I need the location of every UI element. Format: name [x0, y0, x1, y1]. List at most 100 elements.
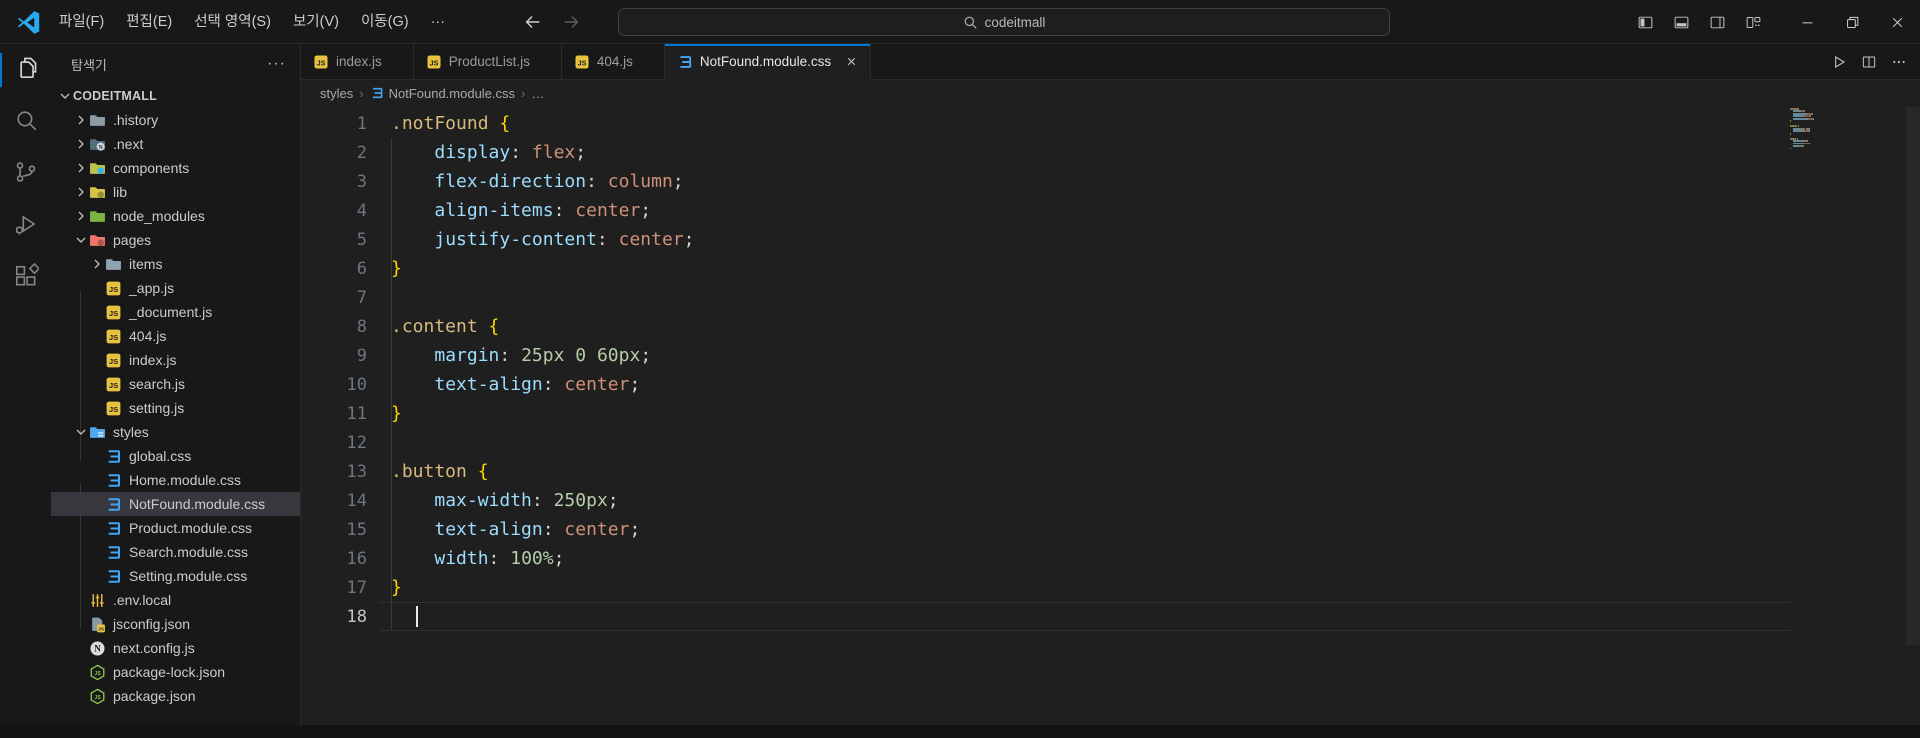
- code-line-text[interactable]: width: 100%;: [379, 544, 1790, 573]
- menu-item[interactable]: ···: [420, 8, 457, 36]
- tab-ProductList.js[interactable]: JS ProductList.js: [413, 44, 562, 79]
- code-line-text[interactable]: text-align: center;: [379, 515, 1790, 544]
- minimap[interactable]: [1790, 108, 1906, 153]
- activity-bar-extensions-icon[interactable]: [0, 252, 51, 304]
- tree-item[interactable]: JS package-lock.json: [51, 660, 300, 684]
- menu-item[interactable]: 파일(F): [48, 8, 115, 36]
- forward-arrow-icon[interactable]: [560, 11, 582, 33]
- tree-item[interactable]: Search.module.css: [51, 540, 300, 564]
- code-line[interactable]: 15 text-align: center;: [301, 515, 1790, 544]
- toggle-panel-icon[interactable]: [1663, 0, 1699, 44]
- code-line-text[interactable]: .notFound {: [379, 109, 1790, 138]
- code-line[interactable]: 6}: [301, 254, 1790, 283]
- split-editor-icon[interactable]: [1856, 49, 1882, 75]
- code-line[interactable]: 13 .button {: [301, 457, 1790, 486]
- code-line[interactable]: 9 margin: 25px 0 60px;: [301, 341, 1790, 370]
- code-line-text[interactable]: justify-content: center;: [379, 225, 1790, 254]
- tree-item[interactable]: JS setting.js: [51, 396, 300, 420]
- more-actions-icon[interactable]: [1886, 49, 1912, 75]
- code-line[interactable]: 8 .content {: [301, 312, 1790, 341]
- code-line[interactable]: 17}: [301, 573, 1790, 602]
- activity-bar-run-debug-icon[interactable]: [0, 200, 51, 252]
- tree-item[interactable]: styles: [51, 420, 300, 444]
- code-line-text[interactable]: [379, 428, 1790, 457]
- more-actions-icon[interactable]: ···: [267, 55, 286, 73]
- code-line[interactable]: 14 max-width: 250px;: [301, 486, 1790, 515]
- tree-item[interactable]: items: [51, 252, 300, 276]
- code-line-text[interactable]: align-items: center;: [379, 196, 1790, 225]
- toggle-secondary-sidebar-icon[interactable]: [1699, 0, 1735, 44]
- tree-item[interactable]: JS search.js: [51, 372, 300, 396]
- tab-close-icon[interactable]: [842, 53, 860, 71]
- tree-item[interactable]: Nnext.config.js: [51, 636, 300, 660]
- menu-item[interactable]: 선택 영역(S): [183, 8, 282, 36]
- activity-bar-search-icon[interactable]: [0, 96, 51, 148]
- menu-item[interactable]: 이동(G): [350, 8, 420, 36]
- code-line-text[interactable]: .button {: [379, 457, 1790, 486]
- code-line[interactable]: 1 .notFound {: [301, 109, 1790, 138]
- code-line-text[interactable]: margin: 25px 0 60px;: [379, 341, 1790, 370]
- code-line-text[interactable]: [379, 283, 1790, 312]
- tree-item[interactable]: Product.module.css: [51, 516, 300, 540]
- back-arrow-icon[interactable]: [522, 11, 544, 33]
- tree-item[interactable]: pages: [51, 228, 300, 252]
- breadcrumb-item[interactable]: …: [531, 86, 544, 101]
- tab-index.js[interactable]: JS index.js: [301, 44, 414, 79]
- tree-item[interactable]: JS _document.js: [51, 300, 300, 324]
- menu-item[interactable]: 보기(V): [282, 8, 350, 36]
- breadcrumb-item[interactable]: styles: [320, 86, 353, 101]
- code-editor[interactable]: 1 .notFound {2 display: flex; 3 flex-direc…: [301, 106, 1920, 738]
- js-file-icon: JS: [105, 328, 122, 345]
- code-line[interactable]: 2 display: flex;: [301, 138, 1790, 167]
- code-line[interactable]: 11}: [301, 399, 1790, 428]
- tree-item[interactable]: CODEITMALL: [51, 84, 300, 108]
- activity-bar-source-control-icon[interactable]: [0, 148, 51, 200]
- tree-item[interactable]: components: [51, 156, 300, 180]
- tree-item[interactable]: JS _app.js: [51, 276, 300, 300]
- tree-item[interactable]: Home.module.css: [51, 468, 300, 492]
- code-line-text[interactable]: [379, 602, 1790, 631]
- tree-item[interactable]: JS 404.js: [51, 324, 300, 348]
- code-line[interactable]: 10 text-align: center;: [301, 370, 1790, 399]
- tree-item[interactable]: lib: [51, 180, 300, 204]
- customize-layout-icon[interactable]: [1735, 0, 1771, 44]
- minimize-button[interactable]: [1785, 0, 1830, 44]
- close-button[interactable]: [1875, 0, 1920, 44]
- activity-bar-explorer-icon[interactable]: [0, 44, 51, 96]
- tree-item[interactable]: NotFound.module.css: [51, 492, 300, 516]
- code-line-text[interactable]: text-align: center;: [379, 370, 1790, 399]
- code-line-text[interactable]: flex-direction: column;: [379, 167, 1790, 196]
- tree-item[interactable]: global.css: [51, 444, 300, 468]
- code-line[interactable]: 12: [301, 428, 1790, 457]
- code-line-text[interactable]: }: [379, 399, 1790, 428]
- toggle-sidebar-icon[interactable]: [1627, 0, 1663, 44]
- code-line[interactable]: 16 width: 100%;: [301, 544, 1790, 573]
- editor-scrollbar[interactable]: [1906, 107, 1920, 645]
- tab-404.js[interactable]: JS 404.js: [561, 44, 665, 79]
- tree-item[interactable]: Setting.module.css: [51, 564, 300, 588]
- code-line-text[interactable]: max-width: 250px;: [379, 486, 1790, 515]
- code-line-text[interactable]: }: [379, 573, 1790, 602]
- code-line[interactable]: 7: [301, 283, 1790, 312]
- tree-item[interactable]: JS package.json: [51, 684, 300, 708]
- code-line[interactable]: 5 justify-content: center;: [301, 225, 1790, 254]
- code-line-text[interactable]: display: flex;: [379, 138, 1790, 167]
- command-center-search[interactable]: codeitmall: [618, 8, 1390, 36]
- code-line-text[interactable]: }: [379, 254, 1790, 283]
- svg-text:JS: JS: [94, 694, 101, 700]
- tree-item[interactable]: node_modules: [51, 204, 300, 228]
- code-line[interactable]: 3 flex-direction: column;: [301, 167, 1790, 196]
- code-line[interactable]: 4 align-items: center;: [301, 196, 1790, 225]
- tree-item[interactable]: N .next: [51, 132, 300, 156]
- tab-NotFound.module.css[interactable]: NotFound.module.css: [664, 44, 872, 80]
- tree-item[interactable]: .history: [51, 108, 300, 132]
- code-line[interactable]: 18: [301, 602, 1790, 631]
- menu-item[interactable]: 편집(E): [115, 8, 183, 36]
- breadcrumb-item[interactable]: NotFound.module.css: [370, 86, 515, 101]
- tree-item[interactable]: JS index.js: [51, 348, 300, 372]
- tree-item[interactable]: JS jsconfig.json: [51, 612, 300, 636]
- run-icon[interactable]: [1826, 49, 1852, 75]
- tree-item[interactable]: .env.local: [51, 588, 300, 612]
- restore-button[interactable]: [1830, 0, 1875, 44]
- code-line-text[interactable]: .content {: [379, 312, 1790, 341]
